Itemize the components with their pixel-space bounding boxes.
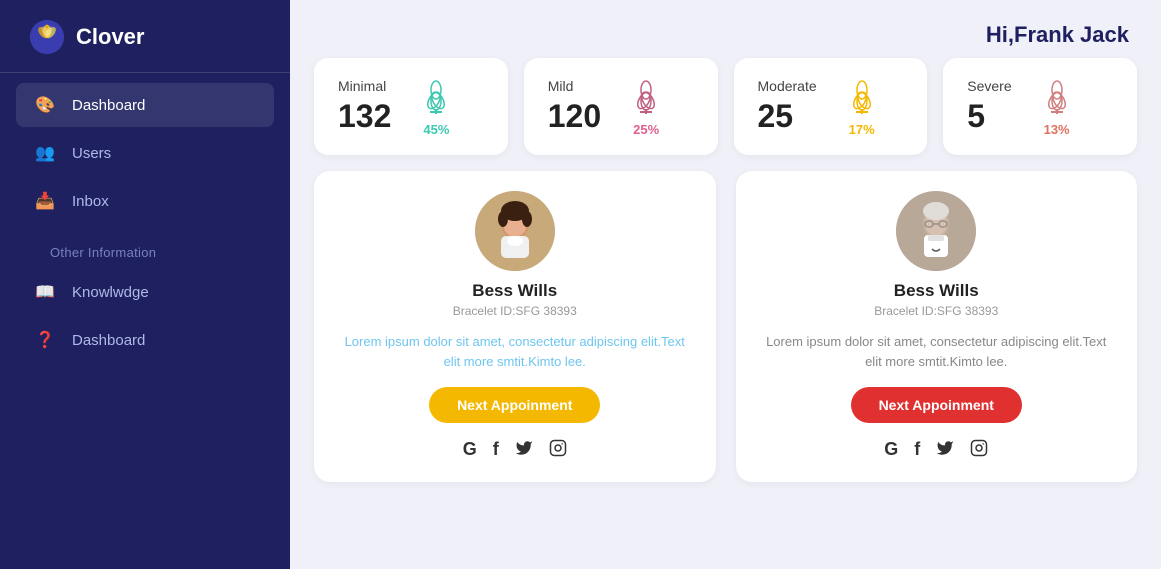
stat-info-minimal: Minimal 132 [338,78,391,135]
header: Hi,Frank Jack [290,0,1161,58]
stat-icon-mild: 25% [625,76,667,137]
sidebar-item-knowledge[interactable]: 📖 Knowlwdge [16,270,274,314]
users-icon: 👥 [34,142,56,164]
stat-value-moderate: 25 [758,98,817,135]
inbox-icon: 📥 [34,190,56,212]
stat-info-mild: Mild 120 [548,78,601,135]
main-content: Hi,Frank Jack Minimal 132 [290,0,1161,569]
profile-desc-1: Lorem ipsum dolor sit amet, consectetur … [342,332,688,371]
sidebar: Clover 🎨 Dashboard 👥 Users 📥 Inbox Other… [0,0,290,569]
stat-pct-severe: 13% [1044,122,1070,137]
profile-desc-2: Lorem ipsum dolor sit amet, consectetur … [764,332,1110,371]
profile-cards-row: Bess Wills Bracelet ID:SFG 38393 Lorem i… [290,171,1161,498]
stat-pct-minimal: 45% [423,122,449,137]
sidebar-item-users[interactable]: 👥 Users [16,131,274,175]
sidebar-item-dashboard2[interactable]: ❓ Dashboard [16,318,274,362]
stat-value-mild: 120 [548,98,601,135]
stat-card-severe: Severe 5 13% [943,58,1137,155]
sidebar-item-label-dashboard: Dashboard [72,97,145,114]
twitter-icon-1[interactable] [515,439,533,462]
stat-label-minimal: Minimal [338,78,391,94]
logo-icon [28,18,66,56]
sidebar-item-dashboard[interactable]: 🎨 Dashboard [16,83,274,127]
knowledge-icon: 📖 [34,281,56,303]
facebook-icon-1[interactable]: f [493,439,499,462]
stat-label-moderate: Moderate [758,78,817,94]
lotus-icon-severe [1036,76,1078,118]
stat-card-minimal: Minimal 132 45% [314,58,508,155]
app-name: Clover [76,24,144,50]
profile-card-1: Bess Wills Bracelet ID:SFG 38393 Lorem i… [314,171,716,482]
social-icons-1: G f [463,439,567,462]
greeting-text: Hi,Frank Jack [986,22,1129,48]
instagram-icon-2[interactable] [970,439,988,462]
avatar-1 [475,191,555,271]
stat-pct-mild: 25% [633,122,659,137]
stat-icon-moderate: 17% [841,76,883,137]
profile-id-2: Bracelet ID:SFG 38393 [874,304,998,318]
stat-info-severe: Severe 5 [967,78,1011,135]
stat-icon-minimal: 45% [415,76,457,137]
appointment-btn-1[interactable]: Next Appoinment [429,387,600,423]
stat-label-mild: Mild [548,78,601,94]
instagram-icon-1[interactable] [549,439,567,462]
profile-name-1: Bess Wills [472,281,557,301]
logo-area: Clover [0,18,290,73]
stat-icon-severe: 13% [1036,76,1078,137]
stat-label-severe: Severe [967,78,1011,94]
stat-value-severe: 5 [967,98,1011,135]
dashboard-icon: 🎨 [34,94,56,116]
stat-pct-moderate: 17% [849,122,875,137]
stats-row: Minimal 132 45% [290,58,1161,171]
appointment-btn-2[interactable]: Next Appoinment [851,387,1022,423]
sidebar-navigation: 🎨 Dashboard 👥 Users 📥 Inbox Other Inform… [0,83,290,362]
facebook-icon-2[interactable]: f [914,439,920,462]
lotus-icon-mild [625,76,667,118]
profile-card-2: Bess Wills Bracelet ID:SFG 38393 Lorem i… [736,171,1138,482]
sidebar-item-label-users: Users [72,145,111,162]
google-icon-1[interactable]: G [463,439,477,462]
other-information-label: Other Information [16,227,274,266]
sidebar-item-label-inbox: Inbox [72,193,109,210]
lotus-icon-minimal [415,76,457,118]
help-icon: ❓ [34,329,56,351]
stat-card-mild: Mild 120 25% [524,58,718,155]
stat-card-moderate: Moderate 25 17% [734,58,928,155]
profile-name-2: Bess Wills [894,281,979,301]
social-icons-2: G f [884,439,988,462]
sidebar-item-label-dashboard2: Dashboard [72,332,145,349]
google-icon-2[interactable]: G [884,439,898,462]
sidebar-item-inbox[interactable]: 📥 Inbox [16,179,274,223]
avatar-2 [896,191,976,271]
sidebar-item-label-knowledge: Knowlwdge [72,284,149,301]
stat-info-moderate: Moderate 25 [758,78,817,135]
twitter-icon-2[interactable] [936,439,954,462]
stat-value-minimal: 132 [338,98,391,135]
lotus-icon-moderate [841,76,883,118]
profile-id-1: Bracelet ID:SFG 38393 [453,304,577,318]
